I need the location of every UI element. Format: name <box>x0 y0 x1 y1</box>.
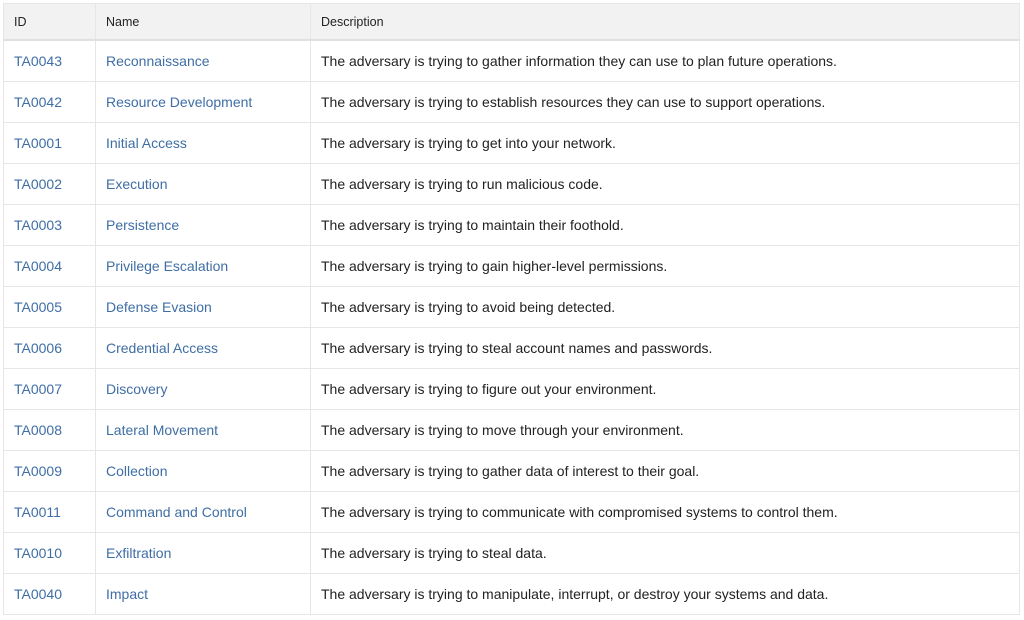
header-description: Description <box>310 3 1020 41</box>
tactic-id-link[interactable]: TA0043 <box>14 53 62 69</box>
tactic-id-link[interactable]: TA0011 <box>14 504 61 520</box>
table-row: TA0009 Collection The adversary is trying … <box>3 450 1020 492</box>
description-cell: The adversary is trying to maintain thei… <box>310 204 1020 246</box>
id-cell: TA0009 <box>3 450 96 492</box>
name-cell: Execution <box>95 163 311 205</box>
table-row: TA0001 Initial Access The adversary is try… <box>3 122 1020 164</box>
table-row: TA0008 Lateral Movement The adversary is t… <box>3 409 1020 451</box>
description-cell: The adversary is trying to move through … <box>310 409 1020 451</box>
tactic-name-link[interactable]: Discovery <box>106 381 167 397</box>
id-cell: TA0004 <box>3 245 96 287</box>
description-cell: The adversary is trying to figure out yo… <box>310 368 1020 410</box>
description-cell: The adversary is trying to gain higher-l… <box>310 245 1020 287</box>
table-row: TA0002 Execution The adversary is trying t… <box>3 163 1020 205</box>
name-cell: Collection <box>95 450 311 492</box>
tactic-name-link[interactable]: Exfiltration <box>106 545 171 561</box>
tactic-id-link[interactable]: TA0002 <box>14 176 62 192</box>
tactic-name-link[interactable]: Defense Evasion <box>106 299 212 315</box>
name-cell: Persistence <box>95 204 311 246</box>
tactic-name-link[interactable]: Credential Access <box>106 340 218 356</box>
id-cell: TA0005 <box>3 286 96 328</box>
id-cell: TA0042 <box>3 81 96 123</box>
tactic-name-link[interactable]: Persistence <box>106 217 179 233</box>
tactics-table: ID Name Description TA0043 Reconnaissance… <box>3 3 1020 615</box>
name-cell: Initial Access <box>95 122 311 164</box>
tactic-name-link[interactable]: Privilege Escalation <box>106 258 228 274</box>
name-cell: Command and Control <box>95 491 311 533</box>
name-cell: Lateral Movement <box>95 409 311 451</box>
tactic-id-link[interactable]: TA0005 <box>14 299 62 315</box>
table-row: TA0010 Exfiltration The adversary is tryin… <box>3 532 1020 574</box>
table-row: TA0006 Credential Access The adversary is … <box>3 327 1020 369</box>
name-cell: Impact <box>95 573 311 615</box>
description-cell: The adversary is trying to gather data o… <box>310 450 1020 492</box>
tactic-name-link[interactable]: Collection <box>106 463 167 479</box>
tactic-name-link[interactable]: Initial Access <box>106 135 187 151</box>
description-cell: The adversary is trying to establish res… <box>310 81 1020 123</box>
tactic-id-link[interactable]: TA0004 <box>14 258 62 274</box>
description-cell: The adversary is trying to communicate w… <box>310 491 1020 533</box>
tactic-id-link[interactable]: TA0006 <box>14 340 62 356</box>
header-name: Name <box>95 3 311 41</box>
name-cell: Resource Development <box>95 81 311 123</box>
name-cell: Exfiltration <box>95 532 311 574</box>
tactic-name-link[interactable]: Command and Control <box>106 504 247 520</box>
id-cell: TA0043 <box>3 39 96 82</box>
description-cell: The adversary is trying to manipulate, i… <box>310 573 1020 615</box>
tactic-id-link[interactable]: TA0010 <box>14 545 62 561</box>
header-id: ID <box>3 3 96 41</box>
tactic-name-link[interactable]: Execution <box>106 176 167 192</box>
name-cell: Reconnaissance <box>95 39 311 82</box>
table-row: TA0042 Resource Development The adversary … <box>3 81 1020 123</box>
tactic-name-link[interactable]: Reconnaissance <box>106 53 210 69</box>
id-cell: TA0002 <box>3 163 96 205</box>
tactic-name-link[interactable]: Impact <box>106 586 148 602</box>
description-cell: The adversary is trying to steal account… <box>310 327 1020 369</box>
table-row: TA0007 Discovery The adversary is trying t… <box>3 368 1020 410</box>
description-cell: The adversary is trying to gather inform… <box>310 39 1020 82</box>
table-row: TA0040 Impact The adversary is trying to m… <box>3 573 1020 615</box>
tactic-name-link[interactable]: Resource Development <box>106 94 252 110</box>
tactic-id-link[interactable]: TA0008 <box>14 422 62 438</box>
id-cell: TA0011 <box>3 491 96 533</box>
table-header-row: ID Name Description <box>3 3 1020 41</box>
id-cell: TA0040 <box>3 573 96 615</box>
id-cell: TA0010 <box>3 532 96 574</box>
name-cell: Discovery <box>95 368 311 410</box>
tactic-id-link[interactable]: TA0001 <box>14 135 62 151</box>
name-cell: Privilege Escalation <box>95 245 311 287</box>
id-cell: TA0003 <box>3 204 96 246</box>
table-row: TA0004 Privilege Escalation The adversary … <box>3 245 1020 287</box>
tactic-id-link[interactable]: TA0009 <box>14 463 62 479</box>
table-row: TA0003 Persistence The adversary is trying… <box>3 204 1020 246</box>
description-cell: The adversary is trying to steal data. <box>310 532 1020 574</box>
table-row: TA0011 Command and Control The adversary i… <box>3 491 1020 533</box>
tactic-id-link[interactable]: TA0003 <box>14 217 62 233</box>
description-cell: The adversary is trying to run malicious… <box>310 163 1020 205</box>
description-cell: The adversary is trying to avoid being d… <box>310 286 1020 328</box>
id-cell: TA0008 <box>3 409 96 451</box>
tactic-name-link[interactable]: Lateral Movement <box>106 422 218 438</box>
description-cell: The adversary is trying to get into your… <box>310 122 1020 164</box>
table-row: TA0005 Defense Evasion The adversary is tr… <box>3 286 1020 328</box>
name-cell: Credential Access <box>95 327 311 369</box>
id-cell: TA0007 <box>3 368 96 410</box>
table-row: TA0043 Reconnaissance The adversary is try… <box>3 39 1020 82</box>
tactic-id-link[interactable]: TA0040 <box>14 586 62 602</box>
tactic-id-link[interactable]: TA0042 <box>14 94 62 110</box>
id-cell: TA0001 <box>3 122 96 164</box>
name-cell: Defense Evasion <box>95 286 311 328</box>
tactic-id-link[interactable]: TA0007 <box>14 381 62 397</box>
id-cell: TA0006 <box>3 327 96 369</box>
